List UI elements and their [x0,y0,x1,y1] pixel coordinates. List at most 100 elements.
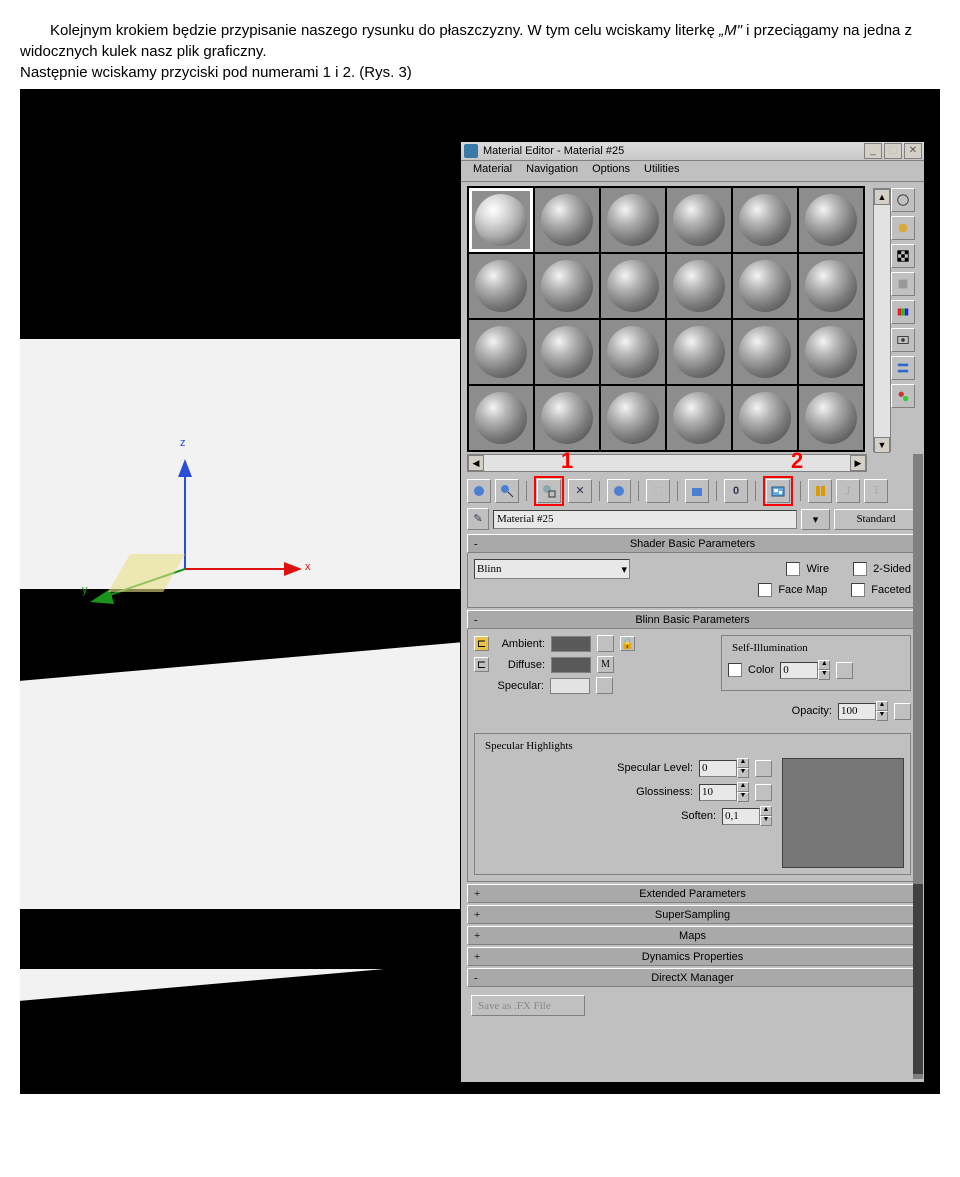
diffuse-map-button[interactable]: M [597,656,614,673]
get-material-button[interactable] [467,479,491,503]
sample-slot[interactable] [535,188,599,252]
show-end-result-button[interactable] [808,479,832,503]
selfillum-spinner[interactable]: ▲▼ [780,660,830,680]
scroll-down-icon[interactable]: ▼ [874,437,890,453]
go-forward-button[interactable]: ⮧ [864,479,888,503]
selfillum-map-button[interactable] [836,662,853,679]
diffuse-swatch[interactable] [551,657,591,673]
scroll-up-icon[interactable]: ▲ [874,189,890,205]
minimize-button[interactable]: _ [864,143,882,159]
put-to-scene-button[interactable] [495,479,519,503]
sample-slot[interactable] [733,386,797,450]
sample-slot[interactable] [667,254,731,318]
specular-swatch[interactable] [550,678,590,694]
sample-slot[interactable] [535,386,599,450]
ambient-swatch[interactable] [551,636,591,652]
save-fx-button[interactable]: Save as .FX File [471,995,585,1016]
sample-slot[interactable] [799,386,863,450]
scroll-right-icon[interactable]: ▶ [850,455,866,471]
video-color-check-button[interactable] [891,300,915,324]
spec-level-spinner[interactable]: ▲▼ [699,758,749,778]
menu-navigation[interactable]: Navigation [520,163,584,179]
sample-slot[interactable] [469,386,533,450]
rollup-header[interactable]: -Shader Basic Parameters [467,534,918,553]
spec-level-map-button[interactable] [755,760,772,777]
ambient-map-button[interactable] [597,635,614,652]
facemap-checkbox[interactable] [758,583,772,597]
material-name-input[interactable] [493,510,797,529]
two-sided-checkbox[interactable] [853,562,867,576]
background-button[interactable] [891,244,915,268]
sample-type-button[interactable] [891,188,915,212]
app-icon [464,144,478,158]
close-button[interactable]: ✕ [904,143,922,159]
lock-icon[interactable]: 🔒 [620,636,635,651]
opacity-label: Opacity: [792,705,832,717]
reset-map-button[interactable]: ✕ [568,479,592,503]
make-preview-button[interactable] [891,328,915,352]
options-button[interactable] [891,356,915,380]
gloss-label: Glossiness: [636,786,693,798]
go-to-parent-button[interactable]: ⮥ [836,479,860,503]
opacity-spinner[interactable]: ▲▼ [838,701,888,721]
pick-material-button[interactable]: ✎ [467,508,489,530]
sample-slot[interactable] [535,254,599,318]
sample-slot-selected[interactable] [469,188,533,252]
maximize-button[interactable]: ▢ [884,143,902,159]
faceted-checkbox[interactable] [851,583,865,597]
rollup-header[interactable]: -Blinn Basic Parameters [467,610,918,629]
sample-slot[interactable] [601,188,665,252]
sample-slot[interactable] [667,386,731,450]
select-by-material-button[interactable] [891,384,915,408]
assign-to-selection-button[interactable] [537,479,561,503]
sample-slot[interactable] [733,320,797,384]
sample-slot[interactable] [667,188,731,252]
backlight-button[interactable] [891,216,915,240]
ambient-diffuse-lock-icon[interactable]: ⊏ [474,636,489,651]
shader-select[interactable]: Blinn▾ [474,559,630,579]
gloss-spinner[interactable]: ▲▼ [699,782,749,802]
show-map-in-viewport-button[interactable] [766,479,790,503]
diffuse-specular-lock-icon[interactable]: ⊏ [474,657,489,672]
wire-checkbox[interactable] [786,562,800,576]
specular-map-button[interactable] [596,677,613,694]
material-type-button[interactable]: Standard [834,509,918,530]
sample-slot[interactable] [469,254,533,318]
rollup-header[interactable]: -DirectX Manager [467,968,918,987]
put-to-library-button[interactable] [685,479,709,503]
sample-slot[interactable] [733,188,797,252]
material-effects-button[interactable]: 0 [724,479,748,503]
menu-utilities[interactable]: Utilities [638,163,685,179]
sample-uv-button[interactable] [891,272,915,296]
sample-slot[interactable] [799,188,863,252]
sample-slot[interactable] [799,254,863,318]
name-dropdown-button[interactable]: ▾ [801,509,830,530]
scroll-left-icon[interactable]: ◀ [468,455,484,471]
selfillum-color-checkbox[interactable] [728,663,742,677]
sample-slot[interactable] [667,320,731,384]
samples-vscroll[interactable]: ▲ ▼ [873,188,891,452]
annotation-1: 1 [561,448,573,474]
opacity-map-button[interactable] [894,703,911,720]
sample-slot[interactable] [799,320,863,384]
sample-slot[interactable] [535,320,599,384]
gloss-map-button[interactable] [755,784,772,801]
panel-vscroll[interactable] [913,454,923,1079]
rollup-header[interactable]: +SuperSampling [467,905,918,924]
menu-options[interactable]: Options [586,163,636,179]
sample-slot[interactable] [733,254,797,318]
sample-slot[interactable] [601,254,665,318]
make-copy-button[interactable] [607,479,631,503]
samples-hscroll[interactable]: ◀ ▶ [467,454,867,472]
sample-slot[interactable] [469,320,533,384]
sample-slot[interactable] [601,386,665,450]
rollup-header[interactable]: +Extended Parameters [467,884,918,903]
titlebar[interactable]: Material Editor - Material #25 _ ▢ ✕ [461,142,924,161]
menu-material[interactable]: Material [467,163,518,179]
sample-slot[interactable] [601,320,665,384]
rollup-header[interactable]: +Dynamics Properties [467,947,918,966]
axis-z-label: z [180,437,186,449]
make-unique-button[interactable]: ⬚ [646,479,670,503]
rollup-header[interactable]: +Maps [467,926,918,945]
soften-spinner[interactable]: ▲▼ [722,806,772,826]
